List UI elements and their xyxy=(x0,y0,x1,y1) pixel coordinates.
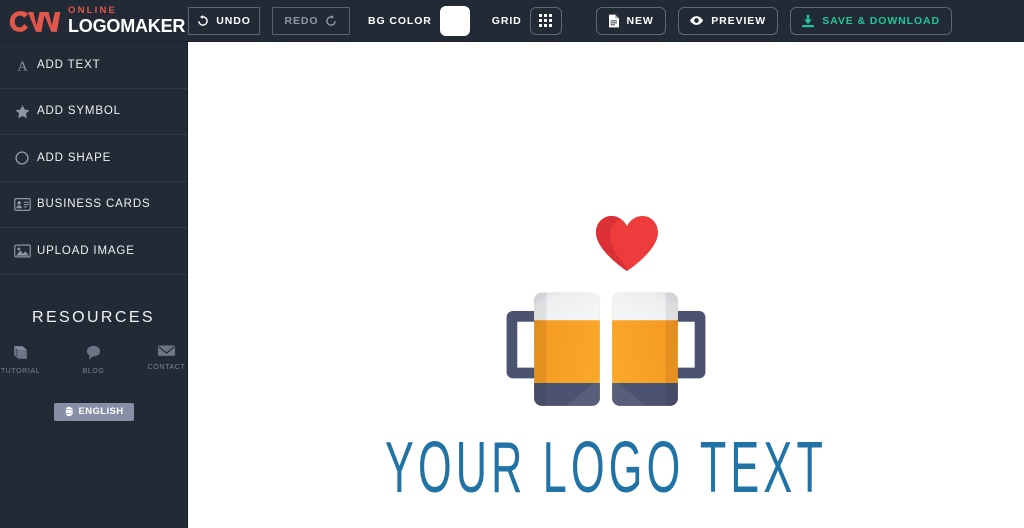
brand-wordmark: ONLINE LOGOMAKER xyxy=(68,6,185,35)
redo-label: REDO xyxy=(285,15,319,27)
resource-link-tutorial[interactable]: TUTORIAL xyxy=(0,343,41,375)
brand-logo[interactable]: ONLINE LOGOMAKER xyxy=(0,0,188,42)
resources-title: RESOURCES xyxy=(0,309,187,327)
sidebar-item-label: ADD TEXT xyxy=(37,59,100,71)
bg-color-label: BG COLOR xyxy=(368,15,432,27)
bg-color-swatch[interactable] xyxy=(440,6,470,36)
new-label: NEW xyxy=(627,15,654,27)
resource-link-blog[interactable]: BLOG xyxy=(73,343,114,375)
new-button[interactable]: NEW xyxy=(596,7,666,35)
grid-button[interactable] xyxy=(530,7,562,35)
sidebar-item-upload-image[interactable]: UPLOAD IMAGE xyxy=(0,228,187,275)
id-card-icon xyxy=(10,198,34,211)
save-download-label: SAVE & DOWNLOAD xyxy=(822,15,940,27)
svg-text:A: A xyxy=(17,59,28,72)
language-selector-button[interactable]: ENGLISH xyxy=(54,403,134,421)
om-monogram-icon xyxy=(8,8,64,34)
document-icon xyxy=(608,14,620,28)
logo-stage: YOUR LOGO TEXT xyxy=(188,42,1024,528)
grid-control: GRID xyxy=(492,7,562,35)
logo-maker-app: ONLINE LOGOMAKER UNDO REDO xyxy=(0,0,1024,528)
envelope-icon xyxy=(157,343,176,358)
resource-link-label: CONTACT xyxy=(148,364,186,371)
redo-button[interactable]: REDO xyxy=(272,7,350,35)
logo-text[interactable]: YOUR LOGO TEXT xyxy=(355,427,857,509)
toolbar-left-group: UNDO REDO BG COLOR GRID xyxy=(188,6,952,36)
beer-mugs-symbol[interactable] xyxy=(506,282,706,417)
left-sidebar: A ADD TEXT ADD SYMBOL ADD SHAPE xyxy=(0,42,188,528)
brand-line-online: ONLINE xyxy=(68,6,185,16)
resource-link-label: TUTORIAL xyxy=(1,368,40,375)
resources-links: TUTORIAL BLOG xyxy=(0,343,187,375)
letter-a-icon: A xyxy=(10,58,34,72)
language-label: ENGLISH xyxy=(78,406,123,417)
save-download-button[interactable]: SAVE & DOWNLOAD xyxy=(790,7,952,35)
sidebar-item-add-text[interactable]: A ADD TEXT xyxy=(0,42,187,89)
sidebar-item-add-shape[interactable]: ADD SHAPE xyxy=(0,135,187,182)
download-icon xyxy=(801,14,815,28)
top-toolbar: ONLINE LOGOMAKER UNDO REDO xyxy=(0,0,1024,42)
image-icon xyxy=(10,244,34,258)
left-mug xyxy=(507,293,600,406)
eye-icon xyxy=(689,15,704,26)
resources-section: RESOURCES TUTORIAL xyxy=(0,309,187,421)
globe-icon xyxy=(63,406,74,417)
resource-link-contact[interactable]: CONTACT xyxy=(146,343,187,375)
undo-arrow-icon xyxy=(197,15,209,27)
undo-label: UNDO xyxy=(216,15,251,27)
heart-symbol[interactable] xyxy=(594,214,660,277)
sidebar-item-label: UPLOAD IMAGE xyxy=(37,245,135,257)
bg-color-control: BG COLOR xyxy=(368,6,470,36)
redo-arrow-icon xyxy=(325,15,337,27)
circle-outline-icon xyxy=(10,151,34,165)
brand-line-logomaker: LOGOMAKER xyxy=(68,17,185,35)
preview-label: PREVIEW xyxy=(711,15,766,27)
sidebar-item-business-cards[interactable]: BUSINESS CARDS xyxy=(0,182,187,229)
logo-canvas[interactable]: YOUR LOGO TEXT xyxy=(188,42,1024,528)
preview-button[interactable]: PREVIEW xyxy=(678,7,778,35)
sidebar-item-label: BUSINESS CARDS xyxy=(37,198,151,210)
book-icon xyxy=(11,343,30,362)
sidebar-item-label: ADD SYMBOL xyxy=(37,105,121,117)
grid-3x3-icon xyxy=(538,13,553,28)
undo-button[interactable]: UNDO xyxy=(188,7,260,35)
resource-link-label: BLOG xyxy=(83,368,105,375)
sidebar-item-label: ADD SHAPE xyxy=(37,152,111,164)
right-mug xyxy=(612,293,705,406)
star-icon xyxy=(10,104,34,119)
sidebar-item-add-symbol[interactable]: ADD SYMBOL xyxy=(0,89,187,136)
speech-bubble-icon xyxy=(84,343,103,362)
grid-label: GRID xyxy=(492,15,522,27)
